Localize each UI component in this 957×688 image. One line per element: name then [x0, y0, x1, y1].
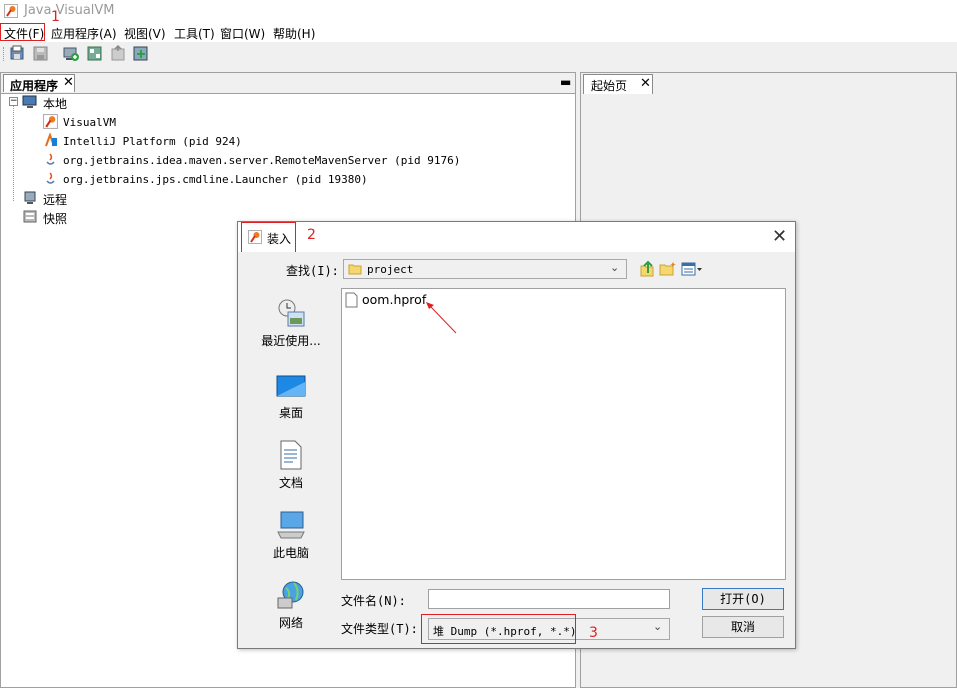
annotation-box-1	[0, 23, 45, 41]
place-network[interactable]: 网络	[248, 580, 334, 634]
place-this-pc-label: 此电脑	[272, 546, 309, 560]
tree-node-snapshots[interactable]: 快照	[43, 210, 67, 227]
collapse-toggle-icon[interactable]: −	[9, 97, 18, 106]
file-icon	[345, 292, 358, 308]
tab-start-page[interactable]: 起始页 ✕	[583, 74, 653, 94]
visualvm-app-icon	[4, 4, 18, 18]
profile-snapshot-icon[interactable]	[132, 45, 150, 63]
file-list[interactable]: oom.hprof	[341, 288, 786, 580]
close-icon[interactable]: ✕	[640, 76, 651, 91]
file-name-field-label: 文件名(N):	[341, 594, 406, 608]
java-app-icon	[46, 153, 55, 165]
view-menu-icon[interactable]	[681, 262, 703, 276]
tree-node-remote[interactable]: 远程	[43, 191, 67, 208]
menu-application[interactable]: 应用程序(A)	[51, 25, 117, 42]
place-network-label: 网络	[278, 616, 303, 630]
place-recent-label: 最近使用...	[261, 334, 321, 348]
place-desktop-label: 桌面	[278, 406, 303, 420]
heap-dump-icon[interactable]	[86, 45, 104, 63]
annotation-number-1: 1	[51, 9, 60, 25]
java-app-icon	[46, 172, 55, 184]
file-name-input[interactable]	[428, 589, 670, 609]
menu-tools[interactable]: 工具(T)	[174, 25, 215, 42]
tree-node-local[interactable]: 本地	[43, 95, 67, 112]
intellij-app-icon	[45, 133, 57, 147]
tree-node-visualvm[interactable]: VisualVM	[63, 116, 116, 129]
look-in-value: project	[367, 263, 414, 276]
cancel-button[interactable]: 取消	[702, 616, 784, 638]
menu-view[interactable]: 视图(V)	[124, 25, 166, 42]
menu-bar: 文件(F) 应用程序(A) 视图(V) 工具(T) 窗口(W) 帮助(H)	[0, 22, 957, 42]
open-file-icon[interactable]	[9, 45, 27, 63]
snapshots-icon	[23, 210, 37, 223]
window-title: Java VisualVM	[24, 3, 115, 18]
place-desktop[interactable]: 桌面	[248, 372, 334, 424]
thread-dump-disabled-icon[interactable]	[109, 45, 127, 63]
visualvm-app-icon	[43, 114, 58, 129]
tree-node-intellij[interactable]: IntelliJ Platform (pid 924)	[63, 135, 242, 148]
toolbar-grip	[3, 47, 6, 61]
tab-applications-label: 应用程序	[10, 79, 59, 93]
places-bar: 最近使用... 桌面 文档 此电脑 网络	[248, 288, 334, 630]
menu-window[interactable]: 窗口(W)	[220, 25, 265, 42]
tree-node-jps-launcher[interactable]: org.jetbrains.jps.cmdline.Launcher (pid …	[63, 173, 368, 186]
look-in-combo[interactable]: project ⌄	[343, 259, 627, 279]
place-this-pc[interactable]: 此电脑	[248, 510, 334, 564]
network-globe-icon	[277, 581, 304, 609]
save-disabled-icon[interactable]	[32, 45, 50, 63]
minimize-icon[interactable]: ▬	[560, 75, 571, 89]
place-documents[interactable]: 文档	[248, 440, 334, 494]
tree-guide-line	[13, 106, 15, 201]
close-icon[interactable]: ✕	[63, 75, 74, 90]
folder-icon	[348, 264, 362, 275]
annotation-number-3: 3	[589, 625, 598, 641]
file-name-label: oom.hprof	[362, 292, 427, 307]
annotation-arrow	[426, 302, 457, 334]
computer-icon	[277, 511, 305, 539]
add-jmx-connection-icon[interactable]	[62, 45, 80, 63]
place-documents-label: 文档	[278, 476, 303, 490]
place-recent[interactable]: 最近使用...	[248, 298, 334, 358]
title-bar: Java VisualVM	[0, 0, 957, 22]
chevron-down-icon: ⌄	[653, 620, 663, 633]
desktop-icon	[276, 375, 306, 397]
open-button[interactable]: 打开(O)	[702, 588, 784, 610]
annotation-box-3	[421, 614, 576, 644]
new-folder-icon[interactable]	[659, 261, 677, 277]
close-icon[interactable]: ✕	[772, 226, 787, 247]
menu-help[interactable]: 帮助(H)	[273, 25, 315, 42]
file-type-label: 文件类型(T):	[341, 622, 418, 636]
applications-tab-bar: 应用程序 ✕ ▬	[1, 73, 575, 94]
annotation-box-2	[241, 222, 296, 253]
up-folder-icon[interactable]	[639, 260, 655, 278]
remote-hosts-icon	[24, 191, 36, 204]
tree-node-maven-server[interactable]: org.jetbrains.idea.maven.server.RemoteMa…	[63, 154, 460, 167]
tab-start-page-label: 起始页	[591, 79, 628, 93]
chevron-down-icon: ⌄	[610, 261, 620, 274]
annotation-number-2: 2	[307, 227, 316, 243]
look-in-label: 查找(I):	[286, 264, 339, 278]
recent-items-icon	[278, 299, 305, 327]
toolbar	[0, 42, 957, 66]
tab-applications[interactable]: 应用程序 ✕	[3, 74, 75, 93]
load-file-dialog: 装入 2 ✕ 查找(I): project ⌄ 最近使用... 桌面 文档 此电…	[237, 221, 796, 649]
local-computer-icon	[22, 95, 37, 108]
documents-icon	[280, 440, 302, 470]
